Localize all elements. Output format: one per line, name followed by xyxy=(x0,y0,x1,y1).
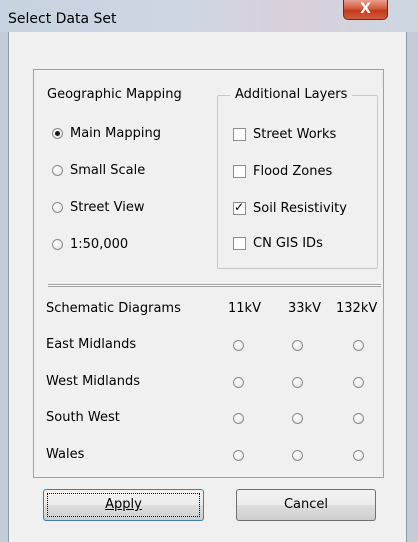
checkbox-cn-gis-ids-label[interactable]: CN GIS IDs xyxy=(253,236,323,251)
window-title: Select Data Set xyxy=(8,11,117,27)
checkbox-flood-zones[interactable] xyxy=(233,165,246,178)
row-wales: Wales xyxy=(46,447,85,462)
radio-east-midlands-33kv[interactable] xyxy=(292,340,303,351)
column-132kv: 132kV xyxy=(336,301,378,316)
radio-south-west-33kv[interactable] xyxy=(292,413,303,424)
radio-main-mapping[interactable] xyxy=(52,128,63,139)
close-button[interactable]: X xyxy=(343,0,388,20)
row-south-west: South West xyxy=(46,410,120,425)
row-east-midlands: East Midlands xyxy=(46,337,137,352)
apply-button[interactable]: Apply xyxy=(43,489,204,521)
column-33kv: 33kV xyxy=(288,301,321,316)
checkbox-soil-resistivity[interactable] xyxy=(233,200,246,215)
title-bar: Select Data Set X xyxy=(0,0,418,32)
checkbox-street-works[interactable] xyxy=(233,128,246,141)
radio-small-scale[interactable] xyxy=(52,165,63,176)
close-icon: X xyxy=(360,1,371,17)
radio-east-midlands-11kv[interactable] xyxy=(233,340,244,351)
window-frame-right xyxy=(407,32,418,542)
radio-west-midlands-11kv[interactable] xyxy=(233,377,244,388)
checkbox-cn-gis-ids[interactable] xyxy=(233,237,246,250)
checkbox-street-works-label[interactable]: Street Works xyxy=(253,127,336,142)
radio-south-west-11kv[interactable] xyxy=(233,413,244,424)
radio-1-50000-label[interactable]: 1:50,000 xyxy=(70,237,128,252)
radio-south-west-132kv[interactable] xyxy=(353,413,364,424)
additional-layers-label: Additional Layers xyxy=(230,87,353,102)
column-11kv: 11kV xyxy=(228,301,261,316)
section-divider xyxy=(48,284,381,287)
radio-wales-33kv[interactable] xyxy=(292,450,303,461)
radio-street-view-label[interactable]: Street View xyxy=(70,200,144,215)
geographic-mapping-label: Geographic Mapping xyxy=(42,87,187,102)
radio-small-scale-label[interactable]: Small Scale xyxy=(70,163,145,178)
cancel-button[interactable]: Cancel xyxy=(236,489,376,521)
radio-street-view[interactable] xyxy=(52,202,63,213)
cancel-button-label: Cancel xyxy=(283,497,329,512)
checkbox-soil-resistivity-label[interactable]: Soil Resistivity xyxy=(253,201,347,216)
radio-main-mapping-label[interactable]: Main Mapping xyxy=(70,126,161,141)
radio-wales-132kv[interactable] xyxy=(353,450,364,461)
radio-wales-11kv[interactable] xyxy=(233,450,244,461)
row-west-midlands: West Midlands xyxy=(46,374,141,389)
radio-west-midlands-132kv[interactable] xyxy=(353,377,364,388)
window-frame-left xyxy=(0,32,8,542)
radio-1-50000[interactable] xyxy=(52,239,63,250)
radio-east-midlands-132kv[interactable] xyxy=(353,340,364,351)
schematic-diagrams-label: Schematic Diagrams xyxy=(46,301,181,316)
checkbox-flood-zones-label[interactable]: Flood Zones xyxy=(253,164,332,179)
apply-button-label: Apply xyxy=(105,497,142,512)
radio-west-midlands-33kv[interactable] xyxy=(292,377,303,388)
